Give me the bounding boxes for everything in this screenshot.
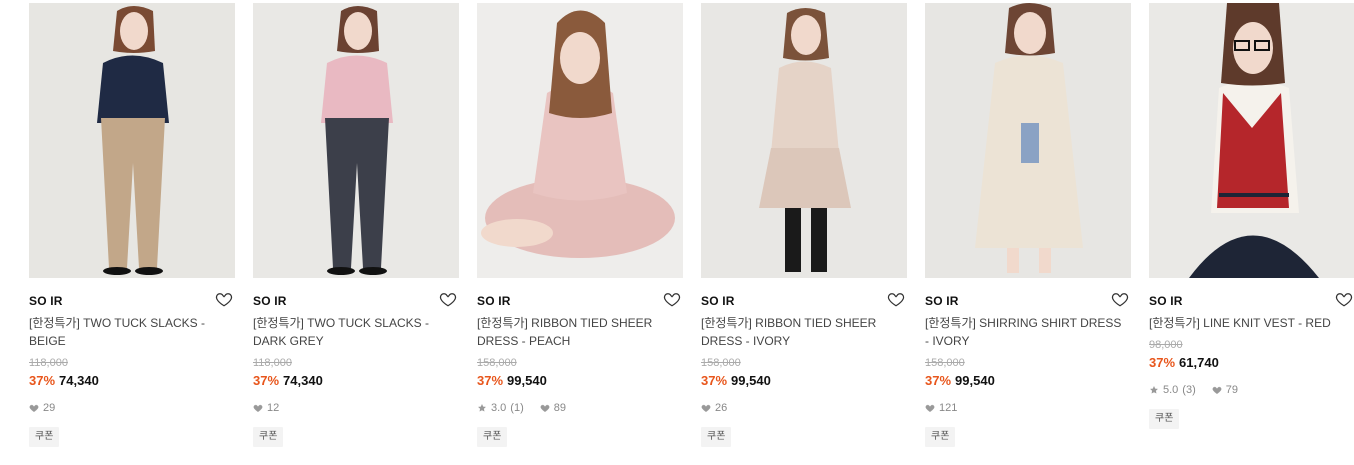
brand-name[interactable]: SO IR: [253, 294, 287, 308]
product-title[interactable]: [한정특가] RIBBON TIED SHEER DRESS - IVORY: [701, 314, 901, 352]
product-stats: 3.0 (1) 89: [477, 401, 683, 415]
product-image[interactable]: [477, 3, 683, 278]
product-stats: 26: [701, 401, 907, 415]
discount-rate: 37%: [1149, 355, 1176, 370]
rating: 5.0: [1163, 384, 1179, 396]
wishlist-heart-icon[interactable]: [439, 290, 457, 308]
coupon-badge: 쿠폰: [477, 427, 508, 447]
product-image[interactable]: [29, 3, 235, 278]
like-count: 79: [1225, 384, 1238, 396]
coupon-badge: 쿠폰: [29, 427, 60, 447]
product-title[interactable]: [한정특가] LINE KNIT VEST - RED: [1149, 314, 1349, 334]
coupon-badge: 쿠폰: [925, 427, 956, 447]
like-count: 26: [715, 402, 728, 414]
product-title[interactable]: [한정특가] TWO TUCK SLACKS - DARK GREY: [253, 314, 453, 352]
sale-price: 74,340: [59, 373, 99, 388]
original-price: 158,000: [477, 357, 517, 369]
like-count-heart-icon: [540, 403, 550, 413]
like-count-heart-icon: [925, 403, 935, 413]
original-price: 118,000: [29, 357, 68, 369]
original-price: 158,000: [701, 357, 741, 369]
product-card[interactable]: SO IR [한정특가] TWO TUCK SLACKS - BEIGE 118,0…: [29, 3, 235, 447]
discount-rate: 37%: [477, 373, 504, 388]
product-stats: 12: [253, 401, 459, 415]
product-image[interactable]: [1149, 3, 1354, 278]
product-stats: 29: [29, 401, 235, 415]
discount-rate: 37%: [925, 373, 952, 388]
like-count: 29: [43, 402, 56, 414]
star-icon: [1149, 385, 1159, 395]
rating: 3.0: [491, 402, 507, 414]
like-count: 12: [267, 402, 280, 414]
like-count-heart-icon: [1212, 385, 1222, 395]
original-price: 158,000: [925, 357, 965, 369]
wishlist-heart-icon[interactable]: [663, 290, 681, 308]
sale-price: 99,540: [507, 373, 547, 388]
product-card[interactable]: SO IR [한정특가] SHIRRING SHIRT DRESS - IVORY…: [925, 3, 1131, 447]
brand-name[interactable]: SO IR: [1149, 294, 1183, 308]
sale-price: 74,340: [283, 373, 323, 388]
wishlist-heart-icon[interactable]: [887, 290, 905, 308]
product-card[interactable]: SO IR [한정특가] RIBBON TIED SHEER DRESS - PE…: [477, 3, 683, 447]
discount-rate: 37%: [29, 373, 56, 388]
review-count: (3): [1182, 384, 1196, 396]
product-title[interactable]: [한정특가] RIBBON TIED SHEER DRESS - PEACH: [477, 314, 677, 352]
product-image[interactable]: [701, 3, 907, 278]
wishlist-heart-icon[interactable]: [1111, 290, 1129, 308]
product-title[interactable]: [한정특가] SHIRRING SHIRT DRESS - IVORY: [925, 314, 1125, 352]
price-row: 37% 74,340: [253, 373, 459, 389]
brand-name[interactable]: SO IR: [477, 294, 511, 308]
coupon-badge: 쿠폰: [253, 427, 284, 447]
price-row: 37% 99,540: [925, 373, 1131, 389]
discount-rate: 37%: [253, 373, 280, 388]
product-image[interactable]: [925, 3, 1131, 278]
coupon-badge: 쿠폰: [1149, 409, 1180, 429]
coupon-badge: 쿠폰: [701, 427, 732, 447]
sale-price: 99,540: [731, 373, 771, 388]
like-count: 121: [939, 402, 958, 414]
brand-name[interactable]: SO IR: [925, 294, 959, 308]
product-image[interactable]: [253, 3, 459, 278]
sale-price: 99,540: [955, 373, 995, 388]
product-stats: 5.0 (3) 79: [1149, 383, 1354, 397]
product-grid: SO IR [한정특가] TWO TUCK SLACKS - BEIGE 118,0…: [0, 0, 1354, 465]
like-count-heart-icon: [701, 403, 711, 413]
wishlist-heart-icon[interactable]: [215, 290, 233, 308]
price-row: 37% 74,340: [29, 373, 235, 389]
brand-name[interactable]: SO IR: [701, 294, 735, 308]
price-row: 37% 99,540: [701, 373, 907, 389]
like-count-heart-icon: [253, 403, 263, 413]
product-title[interactable]: [한정특가] TWO TUCK SLACKS - BEIGE: [29, 314, 229, 352]
like-count-heart-icon: [29, 403, 39, 413]
discount-rate: 37%: [701, 373, 728, 388]
price-row: 37% 61,740: [1149, 355, 1354, 371]
like-count: 89: [553, 402, 566, 414]
product-card[interactable]: SO IR [한정특가] TWO TUCK SLACKS - DARK GREY 1…: [253, 3, 459, 447]
original-price: 118,000: [253, 357, 292, 369]
sale-price: 61,740: [1179, 355, 1219, 370]
review-count: (1): [510, 402, 524, 414]
product-card[interactable]: SO IR [한정특가] LINE KNIT VEST - RED 98,000 37…: [1149, 3, 1354, 429]
original-price: 98,000: [1149, 339, 1183, 351]
wishlist-heart-icon[interactable]: [1335, 290, 1353, 308]
product-card[interactable]: SO IR [한정특가] RIBBON TIED SHEER DRESS - IV…: [701, 3, 907, 447]
brand-name[interactable]: SO IR: [29, 294, 63, 308]
star-icon: [477, 403, 487, 413]
product-stats: 121: [925, 401, 1131, 415]
price-row: 37% 99,540: [477, 373, 683, 389]
